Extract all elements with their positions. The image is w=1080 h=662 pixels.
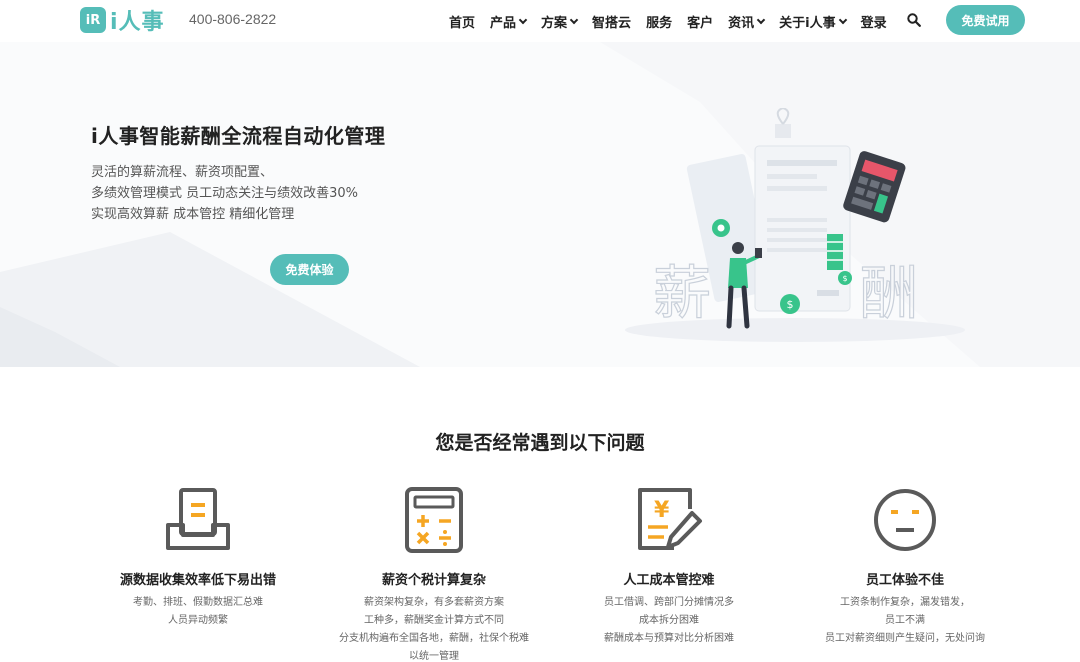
- card-description-line: 员工借调、跨部门分摊情况多: [604, 597, 734, 608]
- chevron-down-icon: [756, 15, 766, 24]
- menu-item[interactable]: 客户: [687, 12, 713, 31]
- card-description-line: 分支机构遍布全国各地，薪酬，社保个税难: [339, 633, 529, 644]
- section-title: 您是否经常遇到以下问题: [435, 432, 645, 454]
- card-description-line: 成本拆分困难: [639, 615, 699, 626]
- svg-text:$: $: [787, 298, 794, 311]
- calculator-icon: [405, 487, 463, 553]
- problem-card: 薪资个税计算复杂 薪资架构复杂，有多套薪资方案 工种多，薪酬奖金计算方式不同 分…: [319, 485, 549, 662]
- card-description-line: 人员异动频繁: [168, 615, 228, 626]
- card-description-line: 工资条制作复杂，漏发错发，: [840, 597, 970, 608]
- problem-card: ¥ 人工成本管控难 员工借调、跨部门分摊情况多 成本拆分困难 薪酬成本与预算对比…: [554, 485, 784, 648]
- menu-item-label: 方案: [541, 16, 568, 31]
- hero-description-line: 灵活的算薪流程、薪资项配置、: [91, 165, 274, 180]
- illustration-word: 酬: [860, 259, 918, 327]
- problem-card: 源数据收集效率低下易出错 考勤、排班、假勤数据汇总难 人员异动频繁: [83, 485, 313, 630]
- chevron-down-icon: [569, 15, 579, 24]
- salary-illustration: $ $ 薪 酬: [625, 108, 965, 342]
- hero-title: i人事智能薪酬全流程自动化管理: [91, 124, 386, 148]
- card-title: 人工成本管控难: [623, 573, 715, 588]
- menu-item-label: 客户: [687, 16, 714, 31]
- hero-description-line: 实现高效算薪 成本管控 精细化管理: [91, 207, 295, 222]
- menu-item-label: 关于i人事: [779, 16, 836, 31]
- card-description-line: 员工不满: [885, 615, 925, 626]
- menu-item-label: 首页: [449, 16, 476, 31]
- card-description: 员工借调、跨部门分摊情况多 成本拆分困难 薪酬成本与预算对比分析困难: [554, 594, 784, 648]
- cost-edit-icon: ¥: [638, 488, 702, 550]
- problem-card: 员工体验不佳 工资条制作复杂，漏发错发， 员工不满 员工对薪资细则产生疑问，无处…: [790, 485, 1020, 648]
- card-description-line: 工种多，薪酬奖金计算方式不同: [364, 615, 504, 626]
- logo-badge: iR: [80, 7, 106, 33]
- free-experience-button[interactable]: 免费体验: [270, 254, 349, 285]
- menu-item[interactable]: 服务: [646, 12, 672, 31]
- free-trial-button[interactable]: 免费试用: [946, 5, 1025, 35]
- search-icon[interactable]: [907, 13, 921, 27]
- card-title: 薪资个税计算复杂: [381, 573, 486, 588]
- card-description-line: 薪资架构复杂，有多套薪资方案: [364, 597, 504, 608]
- card-description-line: 薪酬成本与预算对比分析困难: [604, 633, 734, 644]
- main-menu: 首页 产品 方案 智搭云 服务 客户 资讯 关于i人事 登录: [449, 12, 902, 31]
- logo[interactable]: iR i人事: [80, 6, 165, 35]
- phone-number: 400-806-2822: [189, 11, 277, 27]
- card-title: 源数据收集效率低下易出错: [119, 573, 276, 588]
- card-description-line: 以统一管理: [409, 651, 459, 662]
- menu-item-label: 产品: [490, 16, 517, 31]
- top-navigation: iR i人事 400-806-2822 首页 产品 方案 智搭云 服务 客户 资讯 关于i人事…: [0, 0, 1080, 42]
- card-description: 考勤、排班、假勤数据汇总难 人员异动频繁: [83, 594, 313, 630]
- menu-item-label: 服务: [646, 16, 673, 31]
- neutral-face-icon: [874, 489, 936, 551]
- menu-item-label: 登录: [860, 16, 887, 31]
- menu-item[interactable]: 方案: [541, 12, 579, 31]
- menu-item-label: 智搭云: [592, 16, 632, 31]
- menu-item[interactable]: 首页: [449, 12, 475, 31]
- card-description-line: 员工对薪资细则产生疑问，无处问询: [825, 633, 985, 644]
- menu-item[interactable]: 智搭云: [592, 12, 631, 31]
- hero-banner: i人事智能薪酬全流程自动化管理 灵活的算薪流程、薪资项配置、 多绩效管理模式 员…: [0, 42, 1080, 367]
- svg-text:$: $: [842, 274, 847, 283]
- illustration-word: 薪: [653, 259, 711, 327]
- card-description: 薪资架构复杂，有多套薪资方案 工种多，薪酬奖金计算方式不同 分支机构遍布全国各地…: [319, 594, 549, 662]
- chevron-down-icon: [518, 15, 528, 24]
- menu-item[interactable]: 登录: [861, 12, 887, 31]
- card-description-line: 考勤、排班、假勤数据汇总难: [133, 597, 263, 608]
- logo-text: i人事: [110, 10, 165, 35]
- menu-item[interactable]: 资讯: [728, 12, 766, 31]
- menu-item[interactable]: 关于i人事: [779, 12, 847, 31]
- card-title: 员工体验不佳: [865, 573, 944, 588]
- card-description: 工资条制作复杂，漏发错发， 员工不满 员工对薪资细则产生疑问，无处问询: [790, 594, 1020, 648]
- hero-description-line: 多绩效管理模式 员工动态关注与绩效改善30%: [91, 186, 359, 201]
- inbox-document-icon: [166, 488, 230, 550]
- menu-item-label: 资讯: [728, 16, 755, 31]
- svg-text:¥: ¥: [654, 498, 670, 523]
- menu-item[interactable]: 产品: [490, 12, 528, 31]
- chevron-down-icon: [838, 15, 847, 24]
